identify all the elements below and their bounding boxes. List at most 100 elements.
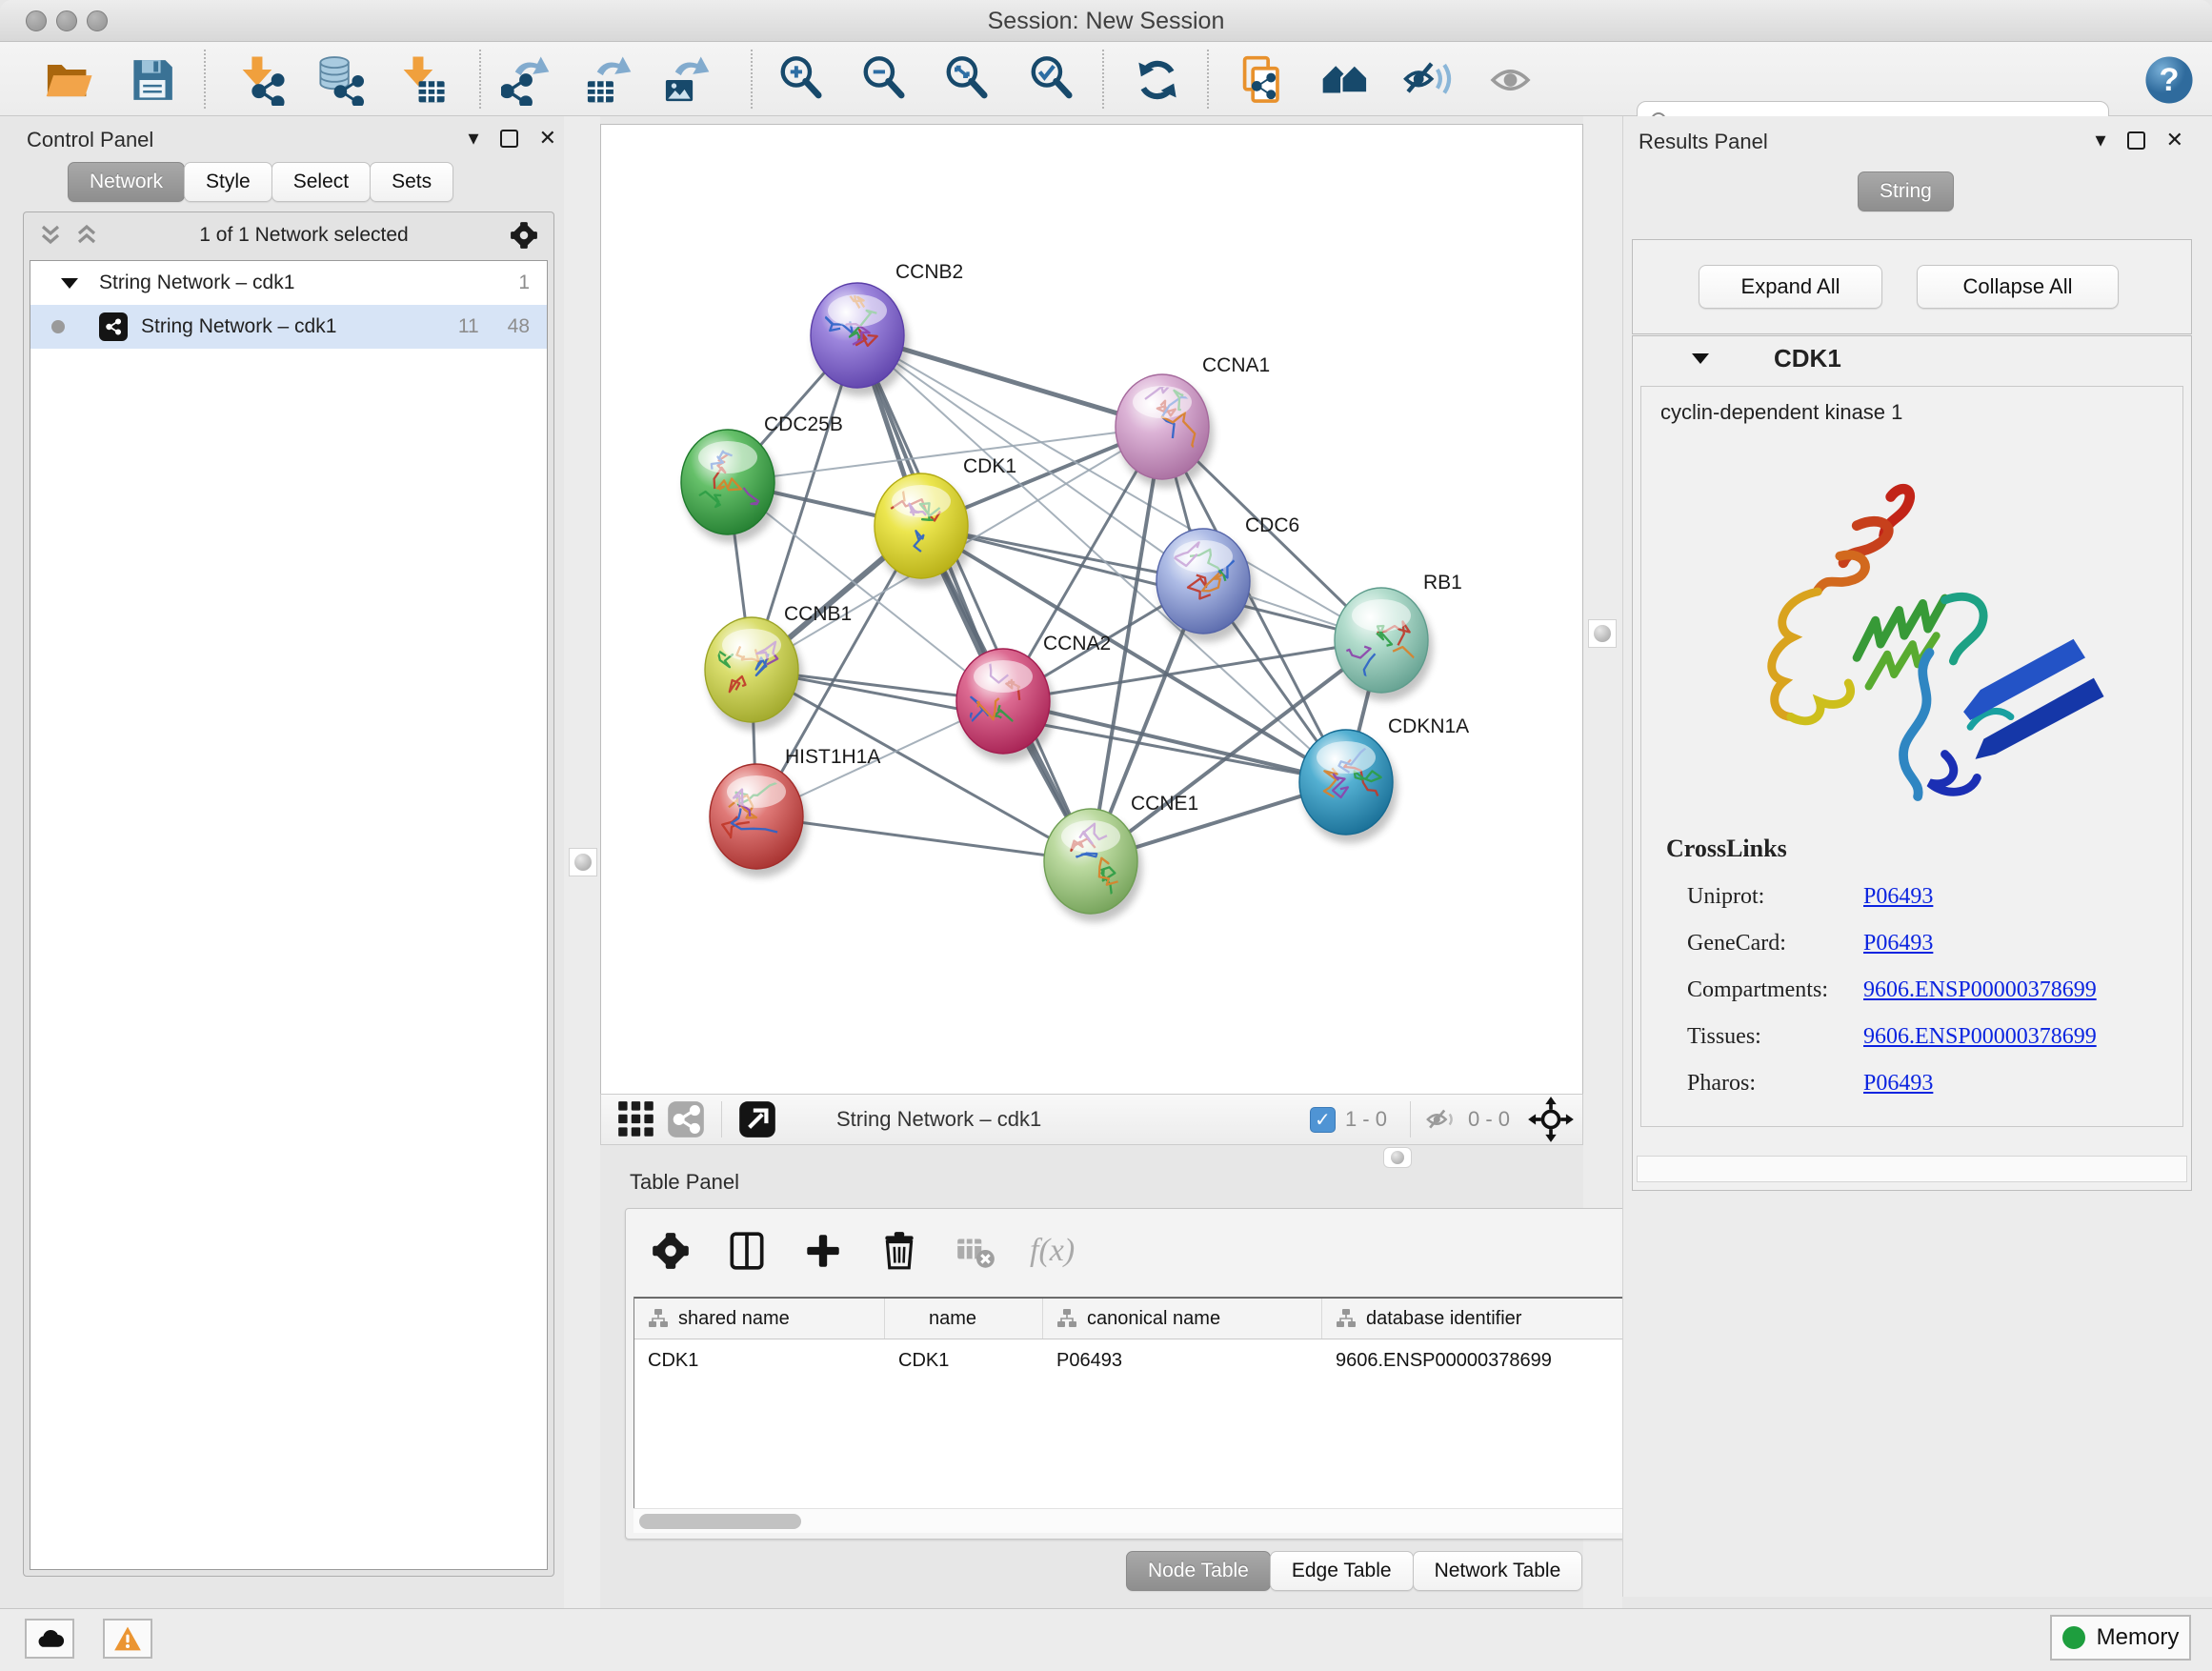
delete-table-icon [954, 1229, 997, 1273]
import-network-icon[interactable] [232, 52, 288, 108]
expand-all-icon[interactable] [37, 221, 64, 250]
zoom-selected-icon[interactable] [1025, 52, 1080, 108]
splitter-knob[interactable] [1588, 619, 1617, 648]
node-label-CDC25B: CDC25B [764, 413, 843, 435]
tab-string[interactable]: String [1858, 171, 1954, 211]
crosslink-link[interactable]: P06493 [1863, 931, 1933, 956]
collapse-triangle-icon[interactable] [1692, 353, 1709, 364]
hide-graphics-details-icon[interactable] [1400, 52, 1456, 108]
panel-menu-icon[interactable]: ▾ [469, 128, 479, 149]
edge-CCNB2-CCNE1[interactable] [857, 335, 1091, 861]
export-network-icon[interactable] [499, 52, 554, 108]
node-CCNB1[interactable]: CCNB1 [705, 603, 852, 731]
tab-network-table[interactable]: Network Table [1413, 1551, 1583, 1591]
column-header-shared name[interactable]: shared name [634, 1299, 885, 1339]
column-header-canonical name[interactable]: canonical name [1043, 1299, 1322, 1339]
node-HIST1H1A[interactable]: HIST1H1A [710, 746, 880, 877]
network-row-selected[interactable]: String Network – cdk1 11 48 [30, 305, 547, 349]
zoom-in-icon[interactable] [774, 52, 830, 108]
column-header-database identifier[interactable]: database identifier [1322, 1299, 1634, 1339]
panel-close-icon[interactable]: ✕ [539, 128, 556, 149]
result-entry-header[interactable]: CDK1 [1633, 336, 2191, 380]
panel-float-icon[interactable] [500, 130, 518, 148]
zoom-fit-icon[interactable] [940, 52, 995, 108]
left-splitter[interactable] [564, 116, 600, 1608]
crosslinks-title: CrossLinks [1666, 835, 2182, 863]
tab-edge-table[interactable]: Edge Table [1270, 1551, 1414, 1591]
help-icon[interactable]: ? [2142, 52, 2197, 108]
edge-CDK1-RB1[interactable] [921, 526, 1381, 640]
selected-counts: 1 - 0 [1345, 1107, 1387, 1132]
collapse-triangle-icon[interactable] [61, 278, 78, 289]
control-panel: Control Panel ▾ ✕ NetworkStyleSelectSets… [13, 124, 564, 1580]
network-list: String Network – cdk1 1 String Network –… [30, 260, 548, 1570]
table-settings-icon[interactable] [649, 1229, 693, 1273]
network-status-dot [51, 320, 65, 333]
node-label-CCNA2: CCNA2 [1043, 633, 1111, 654]
tab-network[interactable]: Network [68, 162, 185, 202]
node-label-RB1: RB1 [1423, 572, 1462, 594]
refresh-icon[interactable] [1130, 52, 1185, 108]
memory-button[interactable]: Memory [2050, 1615, 2191, 1661]
import-table-icon[interactable] [393, 52, 449, 108]
toolbar-separator [1410, 1101, 1411, 1137]
panel-menu-icon[interactable]: ▾ [2096, 130, 2106, 151]
save-session-icon[interactable] [125, 52, 180, 108]
network-canvas[interactable]: CCNB2 CCNA1 CDC25B CDK1 CDC6 RB1 CCNB1 CCNA2 CDK… [600, 124, 1583, 1094]
node-CDKN1A[interactable]: CDKN1A [1299, 715, 1469, 843]
import-network-database-icon[interactable] [312, 52, 367, 108]
open-session-icon[interactable] [41, 52, 96, 108]
collapse-all-icon[interactable] [73, 221, 100, 250]
results-horizontal-scrollbar[interactable] [1637, 1156, 2187, 1182]
node-RB1[interactable]: RB1 [1327, 572, 1462, 701]
crosslink-link[interactable]: P06493 [1863, 1071, 1933, 1097]
show-graphics-details-icon[interactable] [1485, 52, 1540, 108]
crosslink-link[interactable]: 9606.ENSP00000378699 [1863, 977, 2097, 1003]
panel-float-icon[interactable] [2127, 131, 2145, 150]
detail-view-icon[interactable] [664, 1097, 708, 1141]
columns-icon[interactable] [725, 1229, 769, 1273]
network-manager: 1 of 1 Network selected String Network –… [23, 211, 554, 1577]
results-panel: Results Panel ▾ ✕ String Expand All Coll… [1622, 116, 2212, 1597]
duplicate-network-icon[interactable] [1235, 52, 1290, 108]
cloud-button[interactable] [25, 1619, 74, 1659]
crosslink-link[interactable]: P06493 [1863, 884, 1933, 910]
warning-button[interactable] [103, 1619, 152, 1659]
delete-column-icon[interactable] [877, 1229, 921, 1273]
export-image-icon[interactable] [659, 52, 714, 108]
network-collection-row[interactable]: String Network – cdk1 1 [30, 261, 547, 305]
navigator-icon[interactable] [1527, 1096, 1575, 1143]
edge-CCNA2-CDKN1A[interactable] [1003, 701, 1346, 782]
tab-select[interactable]: Select [271, 162, 371, 202]
expand-all-button[interactable]: Expand All [1699, 265, 1882, 309]
toolbar-separator [751, 50, 753, 109]
splitter-knob[interactable] [569, 848, 597, 876]
memory-status-dot [2062, 1626, 2085, 1649]
add-column-icon[interactable] [801, 1229, 845, 1273]
grid-view-icon[interactable] [614, 1097, 658, 1141]
panel-close-icon[interactable]: ✕ [2166, 130, 2183, 151]
selected-checkbox-icon[interactable]: ✓ [1310, 1107, 1336, 1133]
column-header-name[interactable]: name [885, 1299, 1043, 1339]
external-window-icon[interactable] [735, 1097, 779, 1141]
tab-style[interactable]: Style [184, 162, 272, 202]
export-table-icon[interactable] [581, 52, 636, 108]
warning-icon [112, 1623, 143, 1654]
node-CDC6[interactable]: CDC6 [1156, 514, 1299, 642]
node-CCNA1[interactable]: CCNA1 [1116, 354, 1270, 488]
hidden-eye-icon[interactable] [1424, 1105, 1458, 1134]
zoom-out-icon[interactable] [857, 52, 913, 108]
node-CCNB2[interactable]: CCNB2 [811, 261, 963, 396]
gear-icon[interactable] [508, 219, 540, 252]
scrollbar-thumb[interactable] [639, 1514, 801, 1529]
node-CDC25B[interactable]: CDC25B [681, 413, 843, 543]
collapse-all-button[interactable]: Collapse All [1917, 265, 2119, 309]
network-selection-summary: 1 of 1 Network selected [100, 224, 508, 247]
node-CDK1[interactable]: CDK1 [875, 455, 1016, 587]
networks-overview-icon[interactable] [1317, 52, 1373, 108]
tab-sets[interactable]: Sets [370, 162, 453, 202]
tab-node-table[interactable]: Node Table [1126, 1551, 1271, 1591]
table-cell: 9606.ENSP00000378699 [1322, 1339, 1634, 1381]
crosslink-link[interactable]: 9606.ENSP00000378699 [1863, 1024, 2097, 1050]
toolbar-separator [204, 50, 206, 109]
